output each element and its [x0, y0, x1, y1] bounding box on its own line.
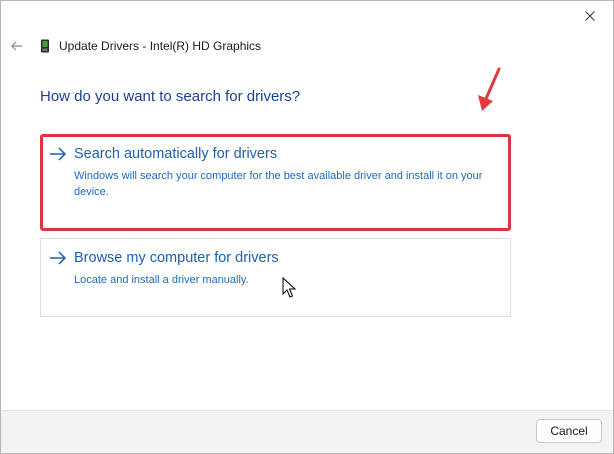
option-title: Search automatically for drivers [74, 146, 278, 162]
option-description: Windows will search your computer for th… [74, 170, 483, 198]
arrow-right-icon [50, 251, 67, 265]
cancel-button[interactable]: Cancel [536, 419, 602, 443]
page-heading: How do you want to search for drivers? [40, 88, 301, 105]
search-automatically-option[interactable]: Search automatically for drivers Windows… [40, 134, 511, 231]
dialog-footer: Cancel [1, 410, 613, 453]
graphics-card-icon [41, 39, 49, 53]
back-button[interactable] [7, 35, 27, 57]
close-icon [585, 11, 595, 21]
mouse-cursor-icon [282, 277, 296, 298]
red-arrow-annotation-icon [478, 67, 501, 111]
update-drivers-dialog: Update Drivers - Intel(R) HD Graphics Ho… [0, 0, 614, 454]
option-title: Browse my computer for drivers [74, 250, 279, 266]
dialog-title: Update Drivers - Intel(R) HD Graphics [59, 39, 262, 53]
close-button[interactable] [567, 1, 613, 31]
arrow-right-icon [50, 147, 67, 161]
arrow-left-icon [11, 41, 23, 51]
browse-computer-option[interactable]: Browse my computer for drivers Locate an… [40, 238, 511, 317]
dialog-header: Update Drivers - Intel(R) HD Graphics [1, 31, 613, 61]
